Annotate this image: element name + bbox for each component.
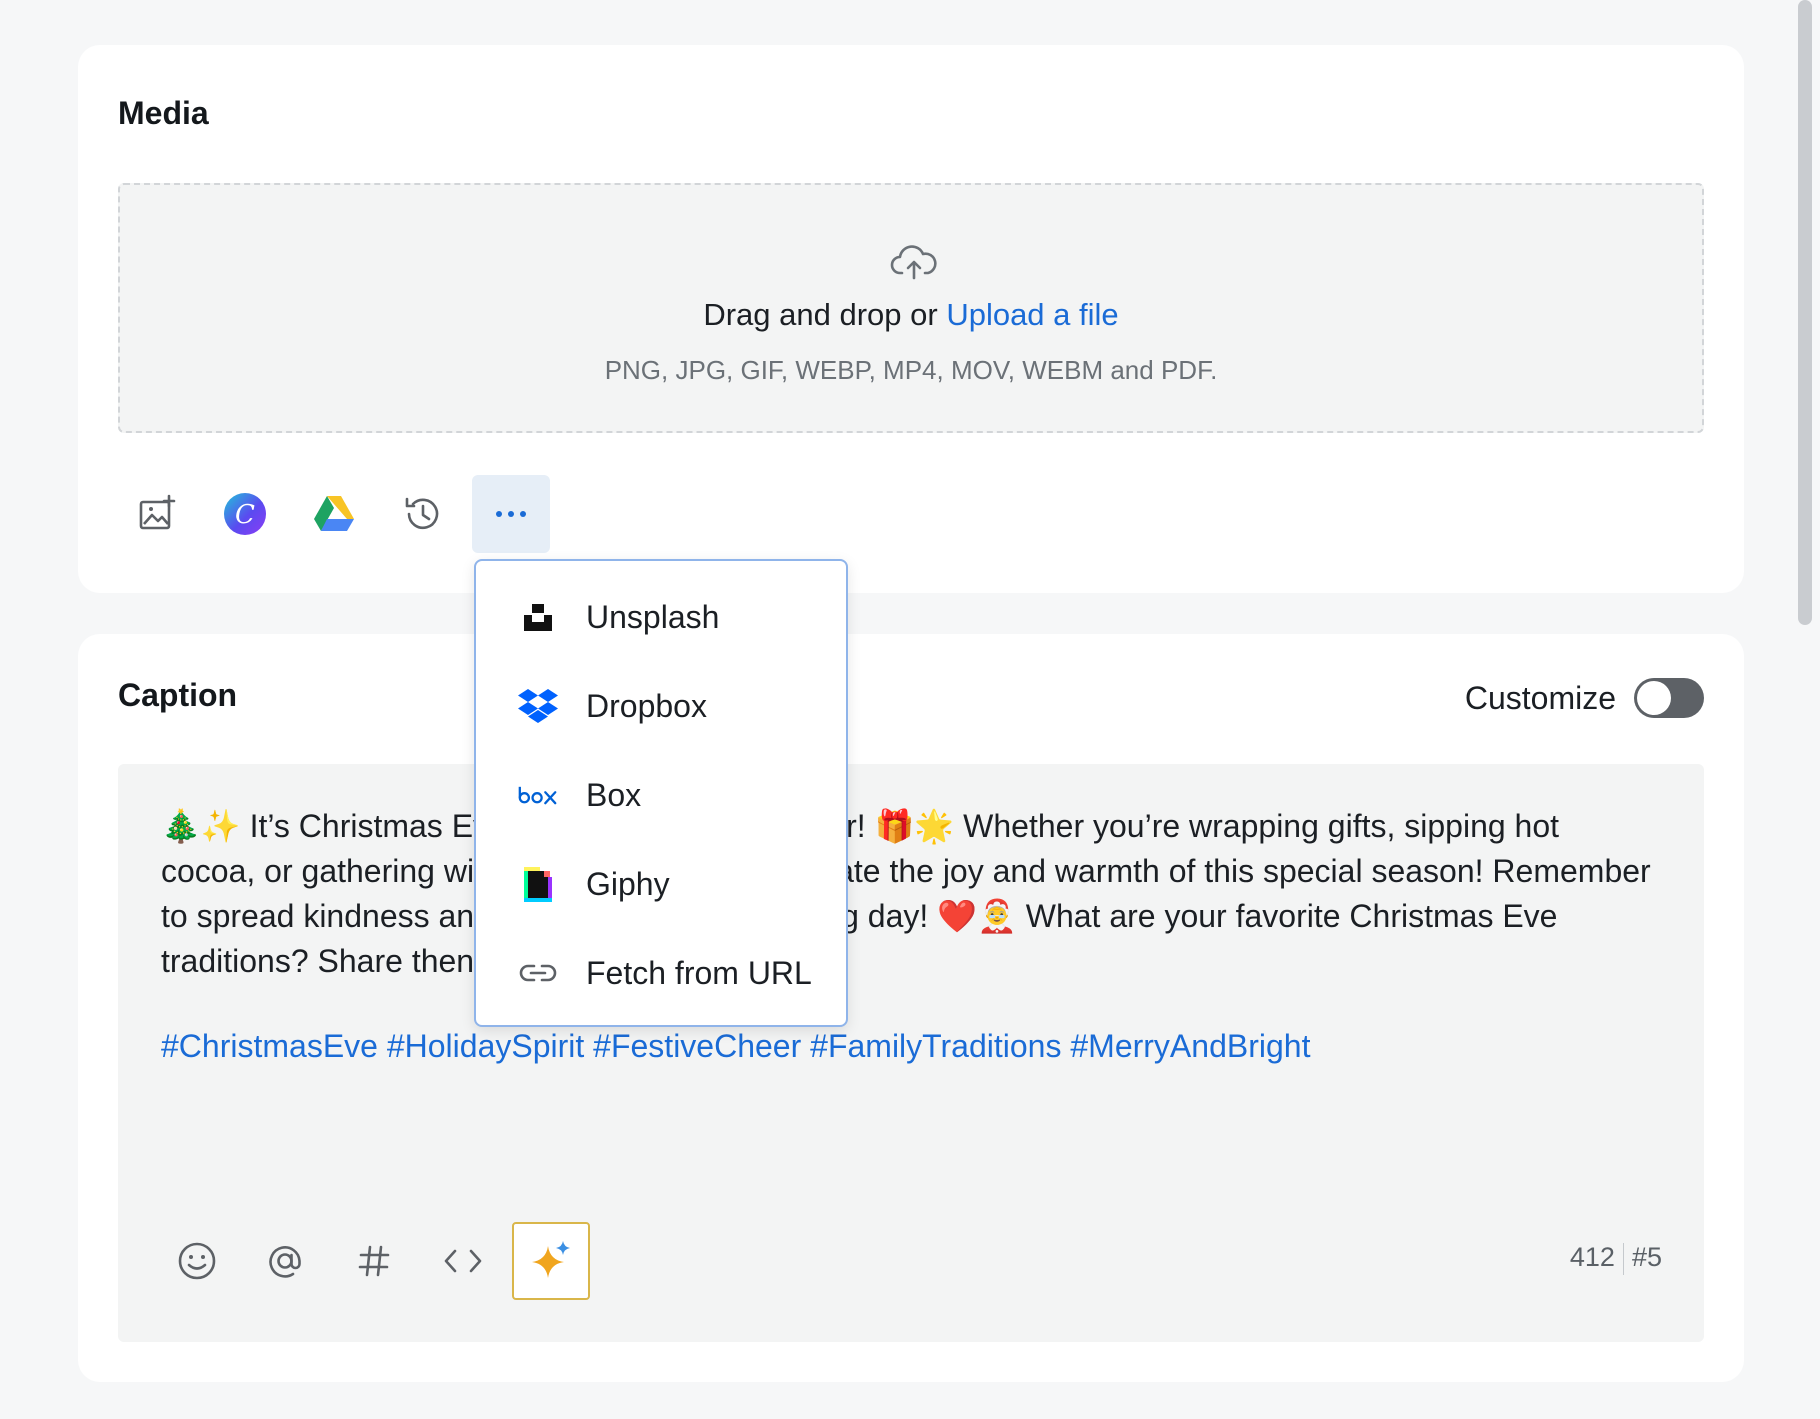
menu-item-label: Unsplash [586,598,720,635]
menu-item-label: Box [586,776,642,813]
caption-line-3b: g day! ❤️🤶 What are your favorite Christ… [841,898,1558,934]
caption-card: Caption Customize 🎄✨ It’s Christmas Ev ir… [78,634,1744,1382]
emoji-icon [178,1242,216,1280]
caption-title: Caption [118,677,238,713]
caption-editor[interactable]: 🎄✨ It’s Christmas Ev ir! 🎁🌟 Whether you’r… [118,764,1704,1342]
caption-line-3a: to spread kindness an [161,898,475,934]
media-card: Media Drag and drop or Upload a file PNG… [78,45,1744,593]
code-button[interactable] [424,1222,502,1300]
image-upload-icon [139,494,176,530]
box-icon [518,775,558,815]
menu-item-label: Giphy [586,865,670,902]
more-icon [496,511,526,517]
ai-assist-button[interactable] [512,1222,590,1300]
caption-line-1a: 🎄✨ It’s Christmas Ev [161,808,490,844]
media-title: Media [118,95,209,131]
caption-hashtags[interactable]: #ChristmasEve #HolidaySpirit #FestiveChe… [161,1024,1310,1069]
menu-item-label: Fetch from URL [586,954,812,991]
history-icon [405,497,439,530]
supported-formats: PNG, JPG, GIF, WEBP, MP4, MOV, WEBM and … [604,355,1218,385]
menu-item-giphy[interactable]: Giphy [476,844,846,924]
mention-button[interactable] [246,1222,324,1300]
editor-toolbar [158,1222,598,1302]
menu-item-unsplash[interactable]: Unsplash [476,577,846,657]
menu-item-label: Dropbox [586,687,707,724]
google-drive-icon [314,496,354,531]
dropbox-icon [518,686,558,726]
cloud-upload-icon [890,245,937,280]
character-count: 412 [1569,1242,1615,1272]
svg-text:C: C [235,500,255,530]
upload-file-link[interactable]: Upload a file [946,297,1118,332]
sparkle-icon [532,1241,570,1278]
code-icon [444,1249,482,1273]
menu-item-box[interactable]: Box [476,755,846,835]
image-upload-button[interactable] [118,475,196,553]
media-toolbar: C [118,475,578,555]
media-dropzone[interactable]: Drag and drop or Upload a file PNG, JPG,… [118,183,1704,433]
menu-item-dropbox[interactable]: Dropbox [476,666,846,746]
page-scrollbar[interactable] [1798,0,1812,625]
hashtag-icon [358,1245,390,1277]
google-drive-button[interactable] [295,475,373,553]
caption-counter: 412 #5 [1570,1242,1662,1275]
drop-instructions: Drag and drop or Upload a file [120,297,1702,333]
link-icon [518,953,558,993]
counter-divider [1622,1242,1624,1275]
canva-icon: C [224,493,266,535]
emoji-button[interactable] [158,1222,236,1300]
hashtag-button[interactable] [335,1222,413,1300]
drop-text: Drag and drop or [703,297,947,332]
unsplash-icon [518,597,558,637]
menu-item-fetch-url[interactable]: Fetch from URL [476,933,846,1013]
caption-line-4a: traditions? Share then [161,943,475,979]
caption-text[interactable]: 🎄✨ It’s Christmas Ev ir! 🎁🌟 Whether you’r… [161,804,1681,984]
toggle-knob [1637,681,1671,715]
caption-line-2b: ate the joy and warmth of this special s… [836,853,1651,889]
caption-line-2a: cocoa, or gathering wi [161,853,475,889]
more-options-button[interactable] [472,475,550,553]
canva-button[interactable]: C [206,475,284,553]
mention-icon [269,1246,301,1278]
giphy-icon [518,864,558,904]
caption-line-1b: ir! 🎁🌟 Whether you’re wrapping gifts, si… [839,808,1560,844]
more-sources-dropdown: Unsplash Dropbox Box Giphy Fetch from UR… [474,559,848,1027]
customize-toggle[interactable] [1634,678,1704,718]
customize-label: Customize [1464,680,1616,716]
history-button[interactable] [384,475,462,553]
hashtag-count: #5 [1631,1242,1662,1272]
